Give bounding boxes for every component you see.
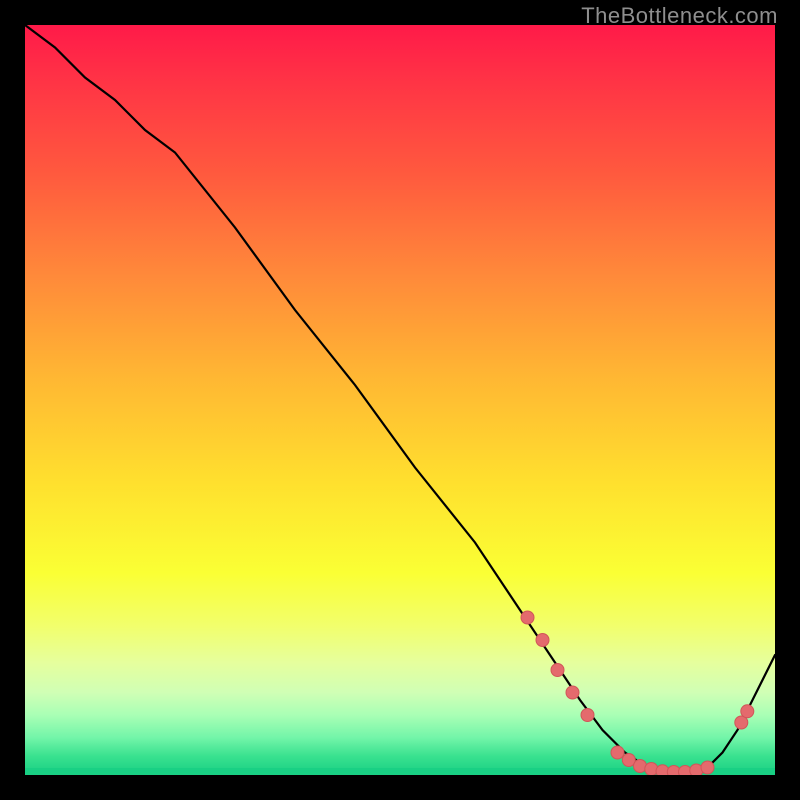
curve-layer [25,25,775,775]
curve-marker [536,634,549,647]
curve-marker [701,761,714,774]
chart-stage: TheBottleneck.com [0,0,800,800]
bottleneck-curve [25,25,775,773]
plot-area [25,25,775,775]
curve-marker [566,686,579,699]
curve-marker [611,746,624,759]
curve-marker [741,705,754,718]
curve-marker [521,611,534,624]
curve-marker [551,664,564,677]
curve-markers [521,611,754,775]
curve-marker [581,709,594,722]
